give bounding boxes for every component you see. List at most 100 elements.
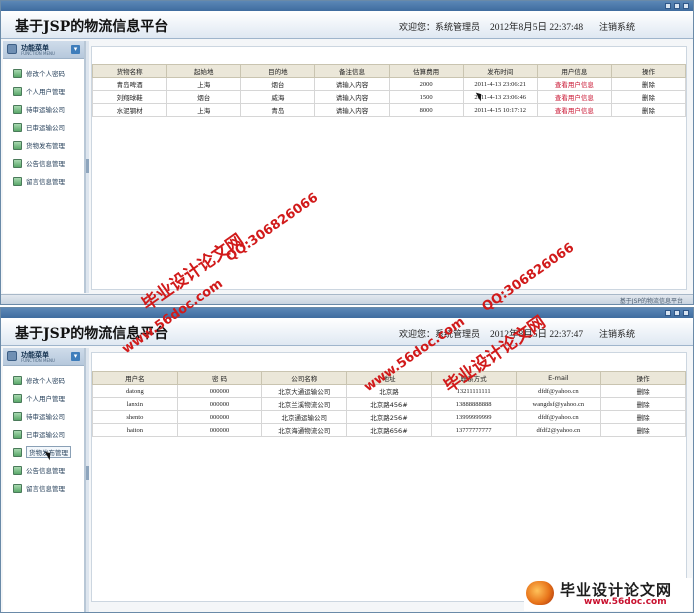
sidebar-item-change-password[interactable]: 修改个人密码: [3, 371, 84, 389]
sidebar-item-label: 个人用户管理: [26, 395, 65, 403]
footer-text: 基于JSP的物流信息平台: [619, 298, 683, 305]
sidebar-item-pending-companies[interactable]: 待审运输公司: [3, 407, 84, 425]
maximize-button[interactable]: [674, 3, 680, 9]
sidebar-item-change-password[interactable]: 修改个人密码: [3, 64, 84, 82]
delete-link[interactable]: 删除: [610, 77, 687, 91]
column-header: 备注信息: [314, 64, 390, 78]
page-header: 基于JSP的物流信息平台 欢迎您：系统管理员 2012年8月5日 22:37:4…: [1, 318, 693, 346]
sidebar-splitter[interactable]: [85, 348, 89, 612]
sidebar: 功能菜单 FUNCTION MENU ▾ 修改个人密码 个人用户管理 待审运输公…: [3, 348, 85, 612]
origin: 上海: [166, 77, 242, 91]
sidebar-item-user-management[interactable]: 个人用户管理: [3, 389, 84, 407]
delete-link[interactable]: 删除: [600, 410, 686, 424]
company-name: 北京海通物流公司: [261, 423, 348, 437]
publish-time: 2011-4-15 10:17:12: [462, 103, 538, 117]
pending-company-icon: [13, 104, 22, 114]
column-header: 密 码: [176, 371, 263, 385]
sidebar-item-label: 公告信息管理: [26, 160, 65, 168]
logout-link[interactable]: 注销系统: [599, 327, 635, 340]
address: 北京路256#: [346, 410, 432, 424]
user-info-cell: 查看用户信息: [536, 103, 612, 117]
view-user-info-link[interactable]: 查看用户信息: [555, 81, 594, 89]
main-content: 用户名 密 码 公司名称 地址 联系方式 E-mail 操作 datong 00…: [91, 352, 687, 602]
column-header: 地址: [346, 371, 432, 385]
close-button[interactable]: [683, 3, 689, 9]
delete-link[interactable]: 删除: [610, 90, 687, 104]
sidebar-item-message-management[interactable]: 留言信息管理: [3, 479, 84, 497]
column-header: 货物名称: [91, 64, 168, 78]
publish-time: 2011-4-13 23:06:46: [462, 90, 538, 104]
column-header: 公司名称: [261, 371, 348, 385]
estimated-cost: 2000: [388, 77, 464, 91]
sidebar-item-pending-companies[interactable]: 待审运输公司: [3, 100, 84, 118]
sidebar-item-cargo-management[interactable]: 货物发布管理: [3, 136, 84, 154]
sidebar-item-notice-management[interactable]: 公告信息管理: [3, 154, 84, 172]
password: 000000: [176, 397, 263, 411]
sidebar-item-cargo-management[interactable]: 货物发布管理: [3, 443, 84, 461]
minimize-button[interactable]: [665, 3, 671, 9]
page-header: 基于JSP的物流信息平台 欢迎您：系统管理员 2012年8月5日 22:37:4…: [1, 11, 693, 39]
notice-icon: [13, 158, 22, 168]
datetime-display: 2012年8月5日 22:37:48: [490, 23, 584, 33]
view-user-info-link[interactable]: 查看用户信息: [555, 107, 594, 115]
pending-company-icon: [13, 411, 22, 421]
splitter-handle[interactable]: [86, 466, 89, 480]
delete-link[interactable]: 删除: [600, 423, 686, 437]
email: dfdf2@yahoo.cn: [515, 423, 602, 437]
sidebar-item-label: 已审运输公司: [26, 431, 65, 439]
close-button[interactable]: [683, 310, 689, 316]
column-header: 用户名: [92, 371, 178, 385]
window-controls: [665, 3, 689, 9]
key-icon: [13, 68, 22, 78]
table-row: 青岛啤酒 上海 烟台 请输入内容 2000 2011-4-13 23:06:21…: [91, 77, 687, 91]
splitter-handle[interactable]: [86, 159, 89, 173]
sidebar-item-approved-companies[interactable]: 已审运输公司: [3, 118, 84, 136]
datetime-display: 2012年8月5日 22:37:47: [490, 330, 584, 340]
welcome-text: 欢迎您：系统管理员: [399, 23, 481, 33]
maximize-button[interactable]: [674, 310, 680, 316]
column-header: 操作: [600, 371, 686, 385]
phone: 13777777777: [430, 423, 517, 437]
estimated-cost: 1500: [388, 90, 464, 104]
sidebar-item-approved-companies[interactable]: 已审运输公司: [3, 425, 84, 443]
main-content: 货物名称 起始地 目的地 备注信息 估算费用 发布时间 用户信息 操作 青岛啤酒…: [91, 46, 687, 290]
collapse-icon[interactable]: ▾: [71, 45, 80, 54]
logout-link[interactable]: 注销系统: [599, 20, 635, 33]
sidebar-item-user-management[interactable]: 个人用户管理: [3, 82, 84, 100]
sidebar: 功能菜单 FUNCTION MENU ▾ 修改个人密码 个人用户管理 待审运输公…: [3, 41, 85, 293]
sidebar-item-notice-management[interactable]: 公告信息管理: [3, 461, 84, 479]
brand-logo: 毕业设计论文网 www.56doc.com: [524, 578, 692, 611]
message-icon: [13, 176, 22, 186]
sidebar-item-label: 待审运输公司: [26, 106, 65, 114]
sidebar-splitter[interactable]: [85, 41, 89, 293]
note: 请输入内容: [314, 103, 390, 117]
company-name: 北京大通运输公司: [261, 384, 348, 398]
view-user-info-link[interactable]: 查看用户信息: [555, 94, 594, 102]
delete-link[interactable]: 删除: [610, 103, 687, 117]
minimize-button[interactable]: [665, 310, 671, 316]
menu-subtitle: FUNCTION MENU: [21, 51, 55, 56]
note: 请输入内容: [314, 90, 390, 104]
table-row: lanxin 000000 北京兰溪物流公司 北京路456# 138888888…: [92, 397, 686, 411]
window-titlebar: [1, 308, 693, 318]
email: wangdsf@yahoo.cn: [515, 397, 602, 411]
column-header: 发布时间: [462, 64, 538, 78]
sidebar-item-message-management[interactable]: 留言信息管理: [3, 172, 84, 190]
delete-link[interactable]: 删除: [600, 397, 686, 411]
screen-cargo-management: 基于JSP的物流信息平台 欢迎您：系统管理员 2012年8月5日 22:37:4…: [0, 0, 694, 305]
delete-link[interactable]: 删除: [600, 384, 686, 398]
column-header: E-mail: [515, 371, 602, 385]
column-header: 联系方式: [430, 371, 517, 385]
publish-time: 2011-4-13 23:06:21: [462, 77, 538, 91]
cargo-icon: [13, 447, 22, 457]
address: 北京路: [346, 384, 432, 398]
column-header: 用户信息: [536, 64, 612, 78]
collapse-icon[interactable]: ▾: [71, 352, 80, 361]
company-name: 北京兰溪物流公司: [261, 397, 348, 411]
email: dfdf@yahoo.cn: [515, 384, 602, 398]
address: 北京路656#: [346, 423, 432, 437]
site-title: 基于JSP的物流信息平台: [15, 326, 169, 342]
company-table: 用户名 密 码 公司名称 地址 联系方式 E-mail 操作 datong 00…: [92, 371, 686, 437]
destination: 烟台: [240, 77, 316, 91]
column-header: 操作: [610, 64, 687, 78]
